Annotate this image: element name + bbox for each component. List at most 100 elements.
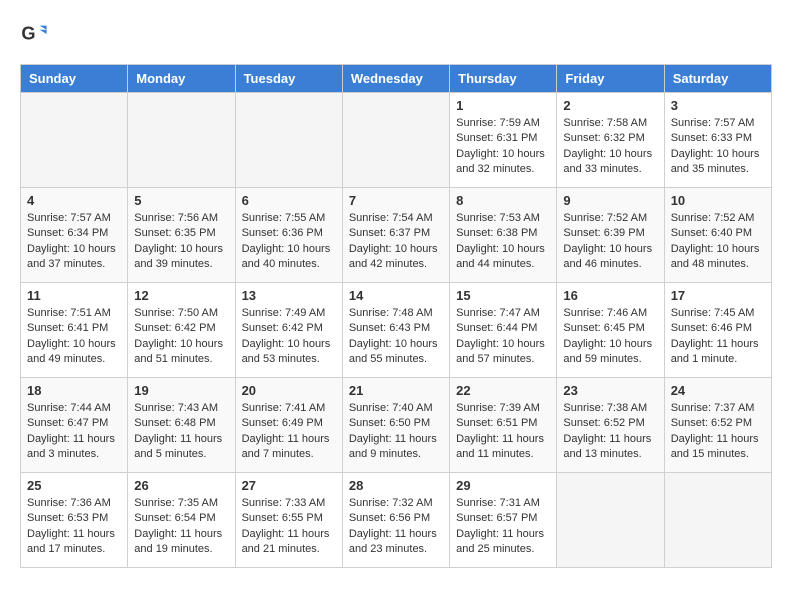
calendar-day-cell: 16 Sunrise: 7:46 AMSunset: 6:45 PMDayligh…	[557, 283, 664, 378]
day-number: 15	[456, 288, 550, 303]
day-info: Sunrise: 7:49 AMSunset: 6:42 PMDaylight:…	[242, 306, 336, 368]
day-number: 4	[27, 193, 121, 208]
calendar-week-row: 25 Sunrise: 7:36 AMSunset: 6:53 PMDayligh…	[21, 473, 772, 568]
calendar-day-cell: 10Sunrise: 7:52 AMSunset: 6:40 PMDayligh…	[664, 188, 771, 283]
weekday-header: Friday	[557, 65, 664, 93]
day-info: Sunrise: 7:55 AMSunset: 6:36 PMDaylight:…	[242, 211, 336, 273]
calendar-day-cell: 14 Sunrise: 7:48 AMSunset: 6:43 PMDayligh…	[342, 283, 449, 378]
day-info: Sunrise: 7:36 AMSunset: 6:53 PMDaylight:…	[27, 496, 121, 558]
calendar-day-cell: 21 Sunrise: 7:40 AMSunset: 6:50 PMDayligh…	[342, 378, 449, 473]
calendar-table: SundayMondayTuesdayWednesdayThursdayFrid…	[20, 64, 772, 568]
calendar-day-cell	[557, 473, 664, 568]
day-info: Sunrise: 7:37 AMSunset: 6:52 PMDaylight:…	[671, 401, 765, 463]
day-info: Sunrise: 7:35 AMSunset: 6:54 PMDaylight:…	[134, 496, 228, 558]
day-number: 8	[456, 193, 550, 208]
day-info: Sunrise: 7:43 AMSunset: 6:48 PMDaylight:…	[134, 401, 228, 463]
day-number: 11	[27, 288, 121, 303]
day-number: 24	[671, 383, 765, 398]
calendar-day-cell: 27Sunrise: 7:33 AMSunset: 6:55 PMDayligh…	[235, 473, 342, 568]
calendar-day-cell	[21, 93, 128, 188]
day-info: Sunrise: 7:51 AMSunset: 6:41 PMDaylight:…	[27, 306, 121, 368]
calendar-day-cell: 4 Sunrise: 7:57 AMSunset: 6:34 PMDaylight…	[21, 188, 128, 283]
day-number: 14	[349, 288, 443, 303]
calendar-day-cell: 25 Sunrise: 7:36 AMSunset: 6:53 PMDayligh…	[21, 473, 128, 568]
calendar-day-cell: 24 Sunrise: 7:37 AMSunset: 6:52 PMDayligh…	[664, 378, 771, 473]
calendar-day-cell	[342, 93, 449, 188]
day-info: Sunrise: 7:44 AMSunset: 6:47 PMDaylight:…	[27, 401, 121, 463]
logo: G	[20, 20, 52, 48]
day-number: 3	[671, 98, 765, 113]
day-number: 13	[242, 288, 336, 303]
day-number: 7	[349, 193, 443, 208]
calendar-day-cell: 29 Sunrise: 7:31 AMSunset: 6:57 PMDayligh…	[450, 473, 557, 568]
calendar-day-cell: 28Sunrise: 7:32 AMSunset: 6:56 PMDayligh…	[342, 473, 449, 568]
calendar-day-cell: 11 Sunrise: 7:51 AMSunset: 6:41 PMDayligh…	[21, 283, 128, 378]
day-number: 16	[563, 288, 657, 303]
calendar-week-row: 4 Sunrise: 7:57 AMSunset: 6:34 PMDaylight…	[21, 188, 772, 283]
day-info: Sunrise: 7:31 AMSunset: 6:57 PMDaylight:…	[456, 496, 550, 558]
logo-icon: G	[20, 20, 48, 48]
calendar-day-cell: 5Sunrise: 7:56 AMSunset: 6:35 PMDaylight…	[128, 188, 235, 283]
calendar-day-cell: 9 Sunrise: 7:52 AMSunset: 6:39 PMDaylight…	[557, 188, 664, 283]
page-header: G	[20, 20, 772, 48]
calendar-day-cell: 18 Sunrise: 7:44 AMSunset: 6:47 PMDayligh…	[21, 378, 128, 473]
day-info: Sunrise: 7:40 AMSunset: 6:50 PMDaylight:…	[349, 401, 443, 463]
calendar-day-cell: 7 Sunrise: 7:54 AMSunset: 6:37 PMDaylight…	[342, 188, 449, 283]
day-number: 21	[349, 383, 443, 398]
day-info: Sunrise: 7:45 AMSunset: 6:46 PMDaylight:…	[671, 306, 765, 368]
weekday-header: Sunday	[21, 65, 128, 93]
day-info: Sunrise: 7:33 AMSunset: 6:55 PMDaylight:…	[242, 496, 336, 558]
day-number: 23	[563, 383, 657, 398]
day-info: Sunrise: 7:47 AMSunset: 6:44 PMDaylight:…	[456, 306, 550, 368]
calendar-day-cell: 19 Sunrise: 7:43 AMSunset: 6:48 PMDayligh…	[128, 378, 235, 473]
day-number: 19	[134, 383, 228, 398]
day-info: Sunrise: 7:46 AMSunset: 6:45 PMDaylight:…	[563, 306, 657, 368]
calendar-week-row: 18 Sunrise: 7:44 AMSunset: 6:47 PMDayligh…	[21, 378, 772, 473]
svg-text:G: G	[21, 24, 35, 44]
day-number: 26	[134, 478, 228, 493]
calendar-day-cell: 12 Sunrise: 7:50 AMSunset: 6:42 PMDayligh…	[128, 283, 235, 378]
weekday-header: Wednesday	[342, 65, 449, 93]
day-number: 6	[242, 193, 336, 208]
day-info: Sunrise: 7:54 AMSunset: 6:37 PMDaylight:…	[349, 211, 443, 273]
day-info: Sunrise: 7:52 AMSunset: 6:39 PMDaylight:…	[563, 211, 657, 273]
calendar-day-cell: 13 Sunrise: 7:49 AMSunset: 6:42 PMDayligh…	[235, 283, 342, 378]
day-info: Sunrise: 7:32 AMSunset: 6:56 PMDaylight:…	[349, 496, 443, 558]
calendar-day-cell: 23Sunrise: 7:38 AMSunset: 6:52 PMDayligh…	[557, 378, 664, 473]
day-number: 20	[242, 383, 336, 398]
day-number: 25	[27, 478, 121, 493]
day-info: Sunrise: 7:39 AMSunset: 6:51 PMDaylight:…	[456, 401, 550, 463]
day-info: Sunrise: 7:57 AMSunset: 6:34 PMDaylight:…	[27, 211, 121, 273]
calendar-day-cell: 1Sunrise: 7:59 AMSunset: 6:31 PMDaylight…	[450, 93, 557, 188]
day-number: 10	[671, 193, 765, 208]
day-info: Sunrise: 7:41 AMSunset: 6:49 PMDaylight:…	[242, 401, 336, 463]
calendar-week-row: 11 Sunrise: 7:51 AMSunset: 6:41 PMDayligh…	[21, 283, 772, 378]
day-info: Sunrise: 7:53 AMSunset: 6:38 PMDaylight:…	[456, 211, 550, 273]
day-number: 12	[134, 288, 228, 303]
calendar-week-row: 1Sunrise: 7:59 AMSunset: 6:31 PMDaylight…	[21, 93, 772, 188]
day-number: 22	[456, 383, 550, 398]
day-number: 1	[456, 98, 550, 113]
day-info: Sunrise: 7:48 AMSunset: 6:43 PMDaylight:…	[349, 306, 443, 368]
calendar-day-cell: 26 Sunrise: 7:35 AMSunset: 6:54 PMDayligh…	[128, 473, 235, 568]
calendar-day-cell: 15 Sunrise: 7:47 AMSunset: 6:44 PMDayligh…	[450, 283, 557, 378]
weekday-header: Thursday	[450, 65, 557, 93]
calendar-day-cell	[235, 93, 342, 188]
weekday-header: Tuesday	[235, 65, 342, 93]
calendar-day-cell: 6 Sunrise: 7:55 AMSunset: 6:36 PMDaylight…	[235, 188, 342, 283]
calendar-day-cell	[664, 473, 771, 568]
calendar-day-cell: 8 Sunrise: 7:53 AMSunset: 6:38 PMDaylight…	[450, 188, 557, 283]
day-info: Sunrise: 7:50 AMSunset: 6:42 PMDaylight:…	[134, 306, 228, 368]
day-number: 2	[563, 98, 657, 113]
calendar-day-cell: 22 Sunrise: 7:39 AMSunset: 6:51 PMDayligh…	[450, 378, 557, 473]
day-number: 18	[27, 383, 121, 398]
day-number: 17	[671, 288, 765, 303]
day-number: 29	[456, 478, 550, 493]
calendar-header-row: SundayMondayTuesdayWednesdayThursdayFrid…	[21, 65, 772, 93]
day-info: Sunrise: 7:58 AMSunset: 6:32 PMDaylight:…	[563, 116, 657, 178]
calendar-day-cell: 3Sunrise: 7:57 AMSunset: 6:33 PMDaylight…	[664, 93, 771, 188]
day-number: 9	[563, 193, 657, 208]
weekday-header: Saturday	[664, 65, 771, 93]
day-number: 5	[134, 193, 228, 208]
calendar-day-cell: 2 Sunrise: 7:58 AMSunset: 6:32 PMDaylight…	[557, 93, 664, 188]
